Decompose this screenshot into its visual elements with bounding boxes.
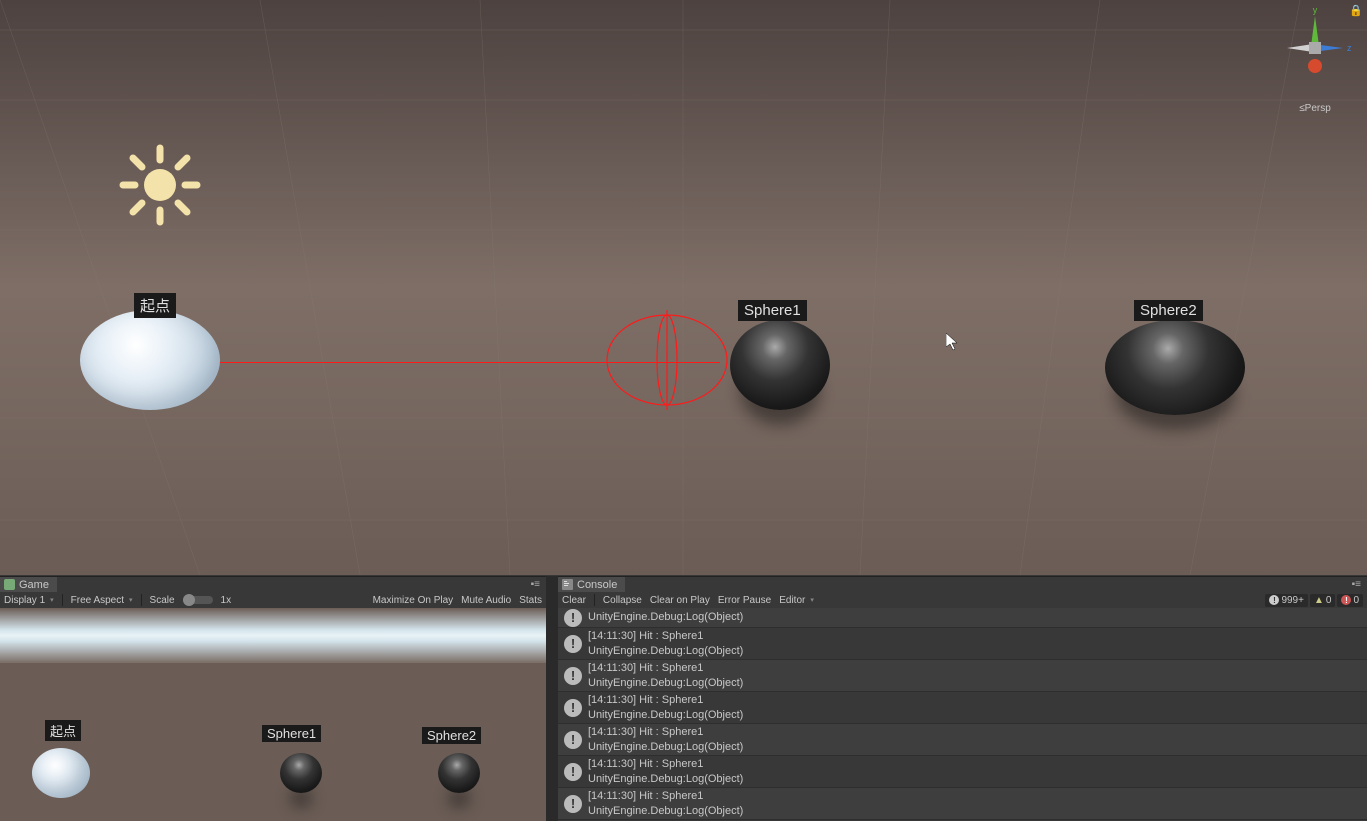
console-log-entry[interactable]: ! [14:11:30] Hit : Sphere1UnityEngine.De… (558, 756, 1367, 788)
info-count[interactable]: !999+ (1265, 594, 1308, 607)
editor-dropdown[interactable]: Editor (779, 595, 814, 606)
console-log-entry[interactable]: ! [14:11:30] Hit : Sphere1UnityEngine.De… (558, 660, 1367, 692)
gizmo-y-label: y (1313, 8, 1318, 15)
display-dropdown[interactable]: Display 1 (4, 595, 54, 606)
game-skybox (0, 608, 546, 663)
scene-label-origin: 起点 (134, 293, 176, 318)
scene-gizmo[interactable]: y z ≤Persp (1275, 8, 1355, 98)
scene-object-origin[interactable] (80, 310, 220, 410)
console-log-entry[interactable]: ! [14:11:30] Hit : Sphere1UnityEngine.De… (558, 692, 1367, 724)
console-log-entry[interactable]: ! [14:11:30] Hit : Sphere1UnityEngine.De… (558, 788, 1367, 820)
info-icon: ! (564, 699, 582, 717)
console-log-entry[interactable]: ! UnityEngine.Debug:Log(Object) (558, 608, 1367, 628)
panel-splitter[interactable] (546, 576, 558, 821)
info-icon: ! (564, 609, 582, 627)
error-pause-toggle[interactable]: Error Pause (718, 595, 771, 606)
maximize-toggle[interactable]: Maximize On Play (373, 595, 454, 606)
error-count[interactable]: !0 (1337, 594, 1363, 607)
console-tab[interactable]: Console (558, 577, 625, 593)
cursor-icon (946, 333, 960, 351)
game-label-sphere2: Sphere2 (422, 727, 481, 744)
scene-object-sphere2[interactable] (1105, 320, 1245, 415)
stats-toggle[interactable]: Stats (519, 595, 542, 606)
directional-light-icon[interactable] (115, 140, 205, 230)
game-label-sphere1: Sphere1 (262, 725, 321, 742)
game-object-sphere2 (438, 753, 480, 793)
console-tab-label: Console (577, 579, 617, 591)
scene-view[interactable]: 🔒 y z ≤Persp (0, 0, 1367, 575)
game-tab-label: Game (19, 579, 49, 591)
game-toolbar: Display 1 Free Aspect Scale 1x Maximize … (0, 592, 546, 608)
aspect-dropdown[interactable]: Free Aspect (71, 595, 133, 606)
scale-value: 1x (221, 595, 232, 606)
game-tab-icon (4, 579, 15, 590)
clear-button[interactable]: Clear (562, 595, 586, 606)
info-icon: ! (564, 667, 582, 685)
console-log-entry[interactable]: ! [14:11:30] Hit : Sphere1UnityEngine.De… (558, 724, 1367, 756)
game-object-sphere1 (280, 753, 322, 793)
panel-menu-icon[interactable]: ▪≡ (1352, 579, 1361, 590)
wire-sphere-gizmo (605, 310, 730, 410)
scene-label-sphere2: Sphere2 (1134, 300, 1203, 321)
info-icon: ! (564, 795, 582, 813)
gizmo-z-label: z (1347, 43, 1352, 53)
game-panel-header: Game ▪≡ (0, 576, 546, 592)
game-object-origin (32, 748, 90, 798)
game-view[interactable]: 起点 Sphere1 Sphere2 (0, 608, 546, 821)
gizmo-projection-label[interactable]: ≤Persp (1275, 103, 1355, 114)
game-label-origin: 起点 (45, 720, 81, 741)
info-icon: ! (564, 635, 582, 653)
debug-ray (220, 362, 720, 363)
console-tab-icon (562, 579, 573, 590)
scene-grid (0, 0, 1367, 575)
console-log-entry[interactable]: ! [14:11:30] Hit : Sphere1UnityEngine.De… (558, 628, 1367, 660)
console-view[interactable]: ! UnityEngine.Debug:Log(Object) ! [14:11… (558, 608, 1367, 821)
clear-on-play-toggle[interactable]: Clear on Play (650, 595, 710, 606)
scale-slider[interactable] (183, 596, 213, 604)
scene-label-sphere1: Sphere1 (738, 300, 807, 321)
game-tab[interactable]: Game (0, 577, 57, 593)
info-icon: ! (564, 763, 582, 781)
collapse-toggle[interactable]: Collapse (603, 595, 642, 606)
mute-toggle[interactable]: Mute Audio (461, 595, 511, 606)
scene-object-sphere1[interactable] (730, 320, 830, 410)
info-icon: ! (564, 731, 582, 749)
scale-label: Scale (150, 595, 175, 606)
panel-menu-icon[interactable]: ▪≡ (531, 579, 540, 590)
console-panel-header: Console ▪≡ (558, 576, 1367, 592)
warn-count[interactable]: ▲0 (1310, 594, 1335, 607)
console-toolbar: Clear Collapse Clear on Play Error Pause… (558, 592, 1367, 608)
